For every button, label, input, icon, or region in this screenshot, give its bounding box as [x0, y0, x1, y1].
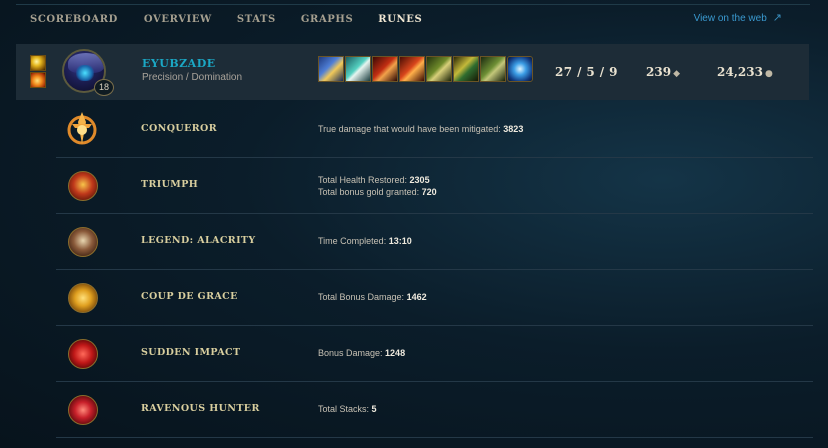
flash-icon: [30, 55, 46, 71]
item-3-icon[interactable]: [372, 56, 398, 82]
stat-line: Total Health Restored: 2305: [318, 174, 437, 186]
rune-name: RAVENOUS HUNTER: [141, 403, 260, 414]
stat-label: Total Bonus Damage:: [318, 292, 407, 302]
item-2-icon[interactable]: [345, 56, 371, 82]
stat-value: 3823: [503, 124, 524, 134]
legend-alacrity-icon: [68, 227, 98, 257]
external-arrow-icon: ↗: [772, 12, 782, 24]
player-rune-paths: Precision / Domination: [142, 72, 243, 83]
kda: 27 / 5 / 9: [555, 65, 618, 79]
rune-name: SUDDEN IMPACT: [141, 347, 241, 358]
rune-name: CONQUEROR: [141, 123, 217, 134]
view-on-web-link[interactable]: View on the web ↗: [694, 11, 782, 24]
stat-label: True damage that would have been mitigat…: [318, 124, 504, 134]
tab-bar: SCOREBOARD OVERVIEW STATS GRAPHS RUNES: [30, 14, 422, 25]
gold-coins-icon: ●: [764, 69, 773, 79]
item-1-icon[interactable]: [318, 56, 344, 82]
top-divider: [16, 4, 810, 5]
rune-row-triumph: TRIUMPH Total Health Restored: 2305 Tota…: [56, 158, 813, 214]
tab-runes[interactable]: RUNES: [378, 14, 422, 25]
stat-value: 1462: [406, 292, 427, 302]
tab-scoreboard[interactable]: SCOREBOARD: [30, 14, 118, 25]
trinket-icon[interactable]: [507, 56, 533, 82]
rune-stats: Total Bonus Damage: 1462: [318, 291, 427, 303]
item-slots: [318, 56, 533, 82]
tab-graphs[interactable]: GRAPHS: [301, 14, 353, 25]
sudden-impact-icon: [68, 339, 98, 369]
rune-stats: True damage that would have been mitigat…: [318, 123, 523, 135]
stat-line: Total bonus gold granted: 720: [318, 186, 437, 198]
stat-label: Total Stacks:: [318, 404, 372, 414]
rune-name: LEGEND: ALACRITY: [141, 235, 256, 246]
rune-stats: Bonus Damage: 1248: [318, 347, 405, 359]
ravenous-hunter-icon: [68, 395, 98, 425]
item-5-icon[interactable]: [426, 56, 452, 82]
stat-label: Total bonus gold granted:: [318, 187, 422, 197]
stat-value: 5: [371, 404, 377, 414]
rune-name: COUP DE GRACE: [141, 291, 238, 302]
rune-stats: Time Completed: 13:10: [318, 235, 412, 247]
view-on-web-label: View on the web: [693, 13, 767, 24]
item-6-icon[interactable]: [453, 56, 479, 82]
triumph-icon: [68, 171, 98, 201]
stat-value: 13:10: [388, 236, 412, 246]
rune-row-legend-alacrity: LEGEND: ALACRITY Time Completed: 13:10: [56, 214, 813, 270]
summoner-spells: [30, 55, 46, 89]
stat-label: Time Completed:: [318, 236, 389, 246]
tab-overview[interactable]: OVERVIEW: [144, 14, 212, 25]
stat-value: 2305: [409, 175, 430, 185]
coup-de-grace-icon: [68, 283, 98, 313]
gold-value: 24,233: [717, 65, 763, 79]
creep-score: 239 ◆: [646, 65, 680, 79]
rune-name: TRIUMPH: [141, 179, 199, 190]
stat-label: Bonus Damage:: [318, 348, 386, 358]
rune-row-ravenous-hunter: RAVENOUS HUNTER Total Stacks: 5: [56, 382, 813, 438]
player-row: 18 EYUBZADE Precision / Domination 27 / …: [16, 44, 809, 100]
stat-value: 1248: [385, 348, 406, 358]
ignite-icon: [30, 72, 46, 88]
gold-earned: 24,233 ●: [717, 65, 773, 79]
rune-row-sudden-impact: SUDDEN IMPACT Bonus Damage: 1248: [56, 326, 813, 382]
rune-stats: Total Stacks: 5: [318, 403, 377, 415]
stat-label: Total Health Restored:: [318, 175, 410, 185]
champion-level-badge: 18: [94, 79, 114, 96]
conqueror-icon: [62, 108, 102, 148]
tab-stats[interactable]: STATS: [237, 14, 276, 25]
rune-row-conqueror: CONQUEROR True damage that would have be…: [56, 102, 813, 158]
cs-value: 239: [646, 65, 672, 79]
rune-row-coup-de-grace: COUP DE GRACE Total Bonus Damage: 1462: [56, 270, 813, 326]
item-7-icon[interactable]: [480, 56, 506, 82]
minion-icon: ◆: [673, 69, 680, 79]
item-4-icon[interactable]: [399, 56, 425, 82]
champion-face: [76, 65, 94, 81]
rune-stats: Total Health Restored: 2305 Total bonus …: [318, 174, 437, 198]
player-name[interactable]: EYUBZADE: [142, 57, 216, 70]
stat-value: 720: [421, 187, 437, 197]
